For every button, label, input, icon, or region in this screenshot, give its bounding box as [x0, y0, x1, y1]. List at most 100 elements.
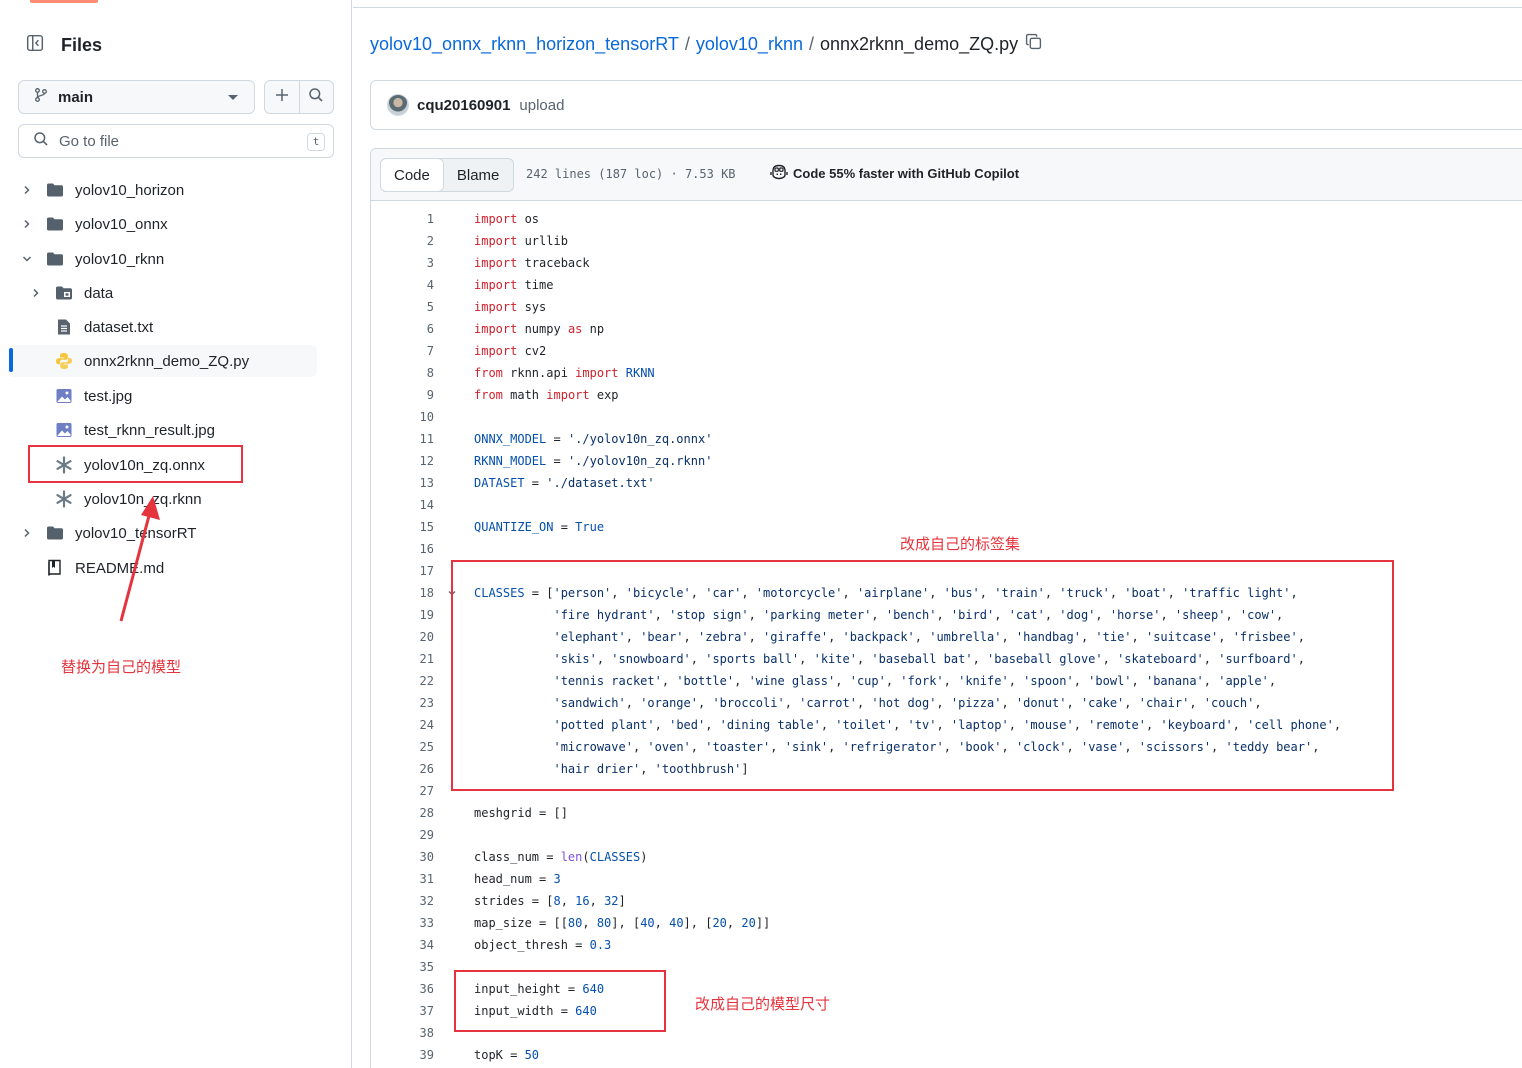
code-token: numpy — [517, 322, 568, 336]
tree-item-yolov10-horizon[interactable]: yolov10_horizon — [8, 174, 317, 206]
code-line: class_num = len(CLASSES) — [474, 846, 647, 868]
line-number[interactable]: 18 — [371, 582, 434, 604]
line-number[interactable]: 3 — [371, 252, 434, 274]
line-number[interactable]: 29 — [371, 824, 434, 846]
code-token: exp — [589, 388, 619, 402]
avatar[interactable] — [387, 94, 409, 116]
line-number[interactable]: 4 — [371, 274, 434, 296]
code-line: map_size = [[80, 80], [40, 40], [20, 20]… — [474, 912, 770, 934]
line-number[interactable]: 33 — [371, 912, 434, 934]
line-number[interactable]: 6 — [371, 318, 434, 340]
code-token: time — [517, 278, 554, 292]
line-number[interactable]: 23 — [371, 692, 434, 714]
chevron-right-icon[interactable] — [20, 217, 34, 231]
commit-message[interactable]: upload — [519, 97, 564, 114]
code-line: import time — [474, 274, 553, 296]
copy-path-button[interactable] — [1025, 33, 1042, 55]
code-token: strides = [ — [474, 894, 554, 908]
code-line: RKNN_MODEL = './yolov10n_zq.rknn' — [474, 450, 712, 472]
line-number[interactable]: 13 — [371, 472, 434, 494]
breadcrumb-repo-link[interactable]: yolov10_onnx_rknn_horizon_tensorRT — [370, 34, 679, 55]
tab-blame[interactable]: Blame — [443, 159, 514, 191]
keyboard-shortcut-hint: t — [307, 133, 325, 151]
line-number[interactable]: 16 — [371, 538, 434, 560]
file-text-icon — [55, 318, 73, 336]
line-number[interactable]: 27 — [371, 780, 434, 802]
line-number[interactable]: 8 — [371, 362, 434, 384]
code-token: DATASET — [474, 476, 525, 490]
line-number[interactable]: 37 — [371, 1000, 434, 1022]
line-number[interactable]: 15 — [371, 516, 434, 538]
tree-item-test-jpg[interactable]: test.jpg — [8, 380, 317, 412]
line-number[interactable]: 12 — [371, 450, 434, 472]
collapse-sidebar-button[interactable] — [18, 28, 52, 62]
code-token: ]] — [755, 916, 771, 930]
tree-item-onnx2rknn-demo-zq-py[interactable]: onnx2rknn_demo_ZQ.py — [8, 345, 317, 377]
line-number[interactable]: 10 — [371, 406, 434, 428]
code-token: QUANTIZE_ON — [474, 520, 554, 534]
tab-code[interactable]: Code — [380, 158, 444, 192]
tree-item-data[interactable]: data — [8, 277, 317, 309]
branch-selector[interactable]: main — [18, 80, 255, 114]
copy-icon — [1025, 33, 1042, 55]
book-icon — [46, 559, 64, 577]
line-number[interactable]: 32 — [371, 890, 434, 912]
copilot-promo-link[interactable]: Code 55% faster with GitHub Copilot — [770, 164, 1019, 183]
line-number[interactable]: 9 — [371, 384, 434, 406]
line-number[interactable]: 5 — [371, 296, 434, 318]
line-number[interactable]: 7 — [371, 340, 434, 362]
line-number[interactable]: 31 — [371, 868, 434, 890]
line-number[interactable]: 14 — [371, 494, 434, 516]
code-line: import os — [474, 208, 539, 230]
chevron-right-icon[interactable] — [20, 526, 34, 540]
add-file-button[interactable] — [265, 81, 299, 113]
code-token: 80 — [596, 916, 612, 930]
tree-item-label: yolov10_rknn — [75, 250, 165, 268]
code-token: cv2 — [517, 344, 547, 358]
line-number[interactable]: 35 — [371, 956, 434, 978]
image-file-icon — [55, 387, 73, 405]
line-number[interactable]: 2 — [371, 230, 434, 252]
commit-author[interactable]: cqu20160901 — [417, 97, 510, 114]
breadcrumb-separator: / — [808, 33, 814, 54]
code-token: as — [567, 322, 583, 336]
line-number[interactable]: 28 — [371, 802, 434, 824]
line-number[interactable]: 22 — [371, 670, 434, 692]
tree-item-label: data — [84, 284, 114, 302]
code-line: QUANTIZE_ON = True — [474, 516, 604, 538]
tree-item-yolov10-onnx[interactable]: yolov10_onnx — [8, 208, 317, 240]
line-number[interactable]: 30 — [371, 846, 434, 868]
latest-commit-bar: cqu20160901 upload — [370, 80, 1522, 130]
tree-item-test-rknn-result-jpg[interactable]: test_rknn_result.jpg — [8, 414, 317, 446]
line-number[interactable]: 26 — [371, 758, 434, 780]
line-number[interactable]: 20 — [371, 626, 434, 648]
line-number[interactable]: 17 — [371, 560, 434, 582]
chevron-down-icon[interactable] — [20, 252, 34, 266]
line-number[interactable]: 21 — [371, 648, 434, 670]
chevron-right-icon[interactable] — [20, 183, 34, 197]
line-number[interactable]: 19 — [371, 604, 434, 626]
tree-item-yolov10-rknn[interactable]: yolov10_rknn — [8, 243, 317, 275]
annotation-replace-model: 替换为自己的模型 — [61, 659, 182, 676]
line-number[interactable]: 34 — [371, 934, 434, 956]
breadcrumb-folder-link[interactable]: yolov10_rknn — [696, 34, 803, 55]
line-number[interactable]: 36 — [371, 978, 434, 1000]
code-token: import — [474, 212, 518, 226]
line-number[interactable]: 1 — [371, 208, 434, 230]
line-number[interactable]: 39 — [371, 1044, 434, 1066]
tree-item-label: test.jpg — [84, 387, 133, 405]
code-token: ) — [640, 850, 648, 864]
line-number[interactable]: 25 — [371, 736, 434, 758]
sidebar-collapse-icon — [26, 34, 44, 57]
tree-item-dataset-txt[interactable]: dataset.txt — [8, 311, 317, 343]
search-code-button[interactable] — [298, 81, 333, 113]
tree-actions — [264, 80, 334, 114]
code-line: head_num = 3 — [474, 868, 561, 890]
chevron-right-icon[interactable] — [29, 286, 43, 300]
go-to-file-input[interactable]: Go to file t — [18, 124, 334, 158]
line-number[interactable]: 24 — [371, 714, 434, 736]
line-number[interactable]: 38 — [371, 1022, 434, 1044]
code-line: object_thresh = 0.3 — [474, 934, 611, 956]
line-number[interactable]: 11 — [371, 428, 434, 450]
